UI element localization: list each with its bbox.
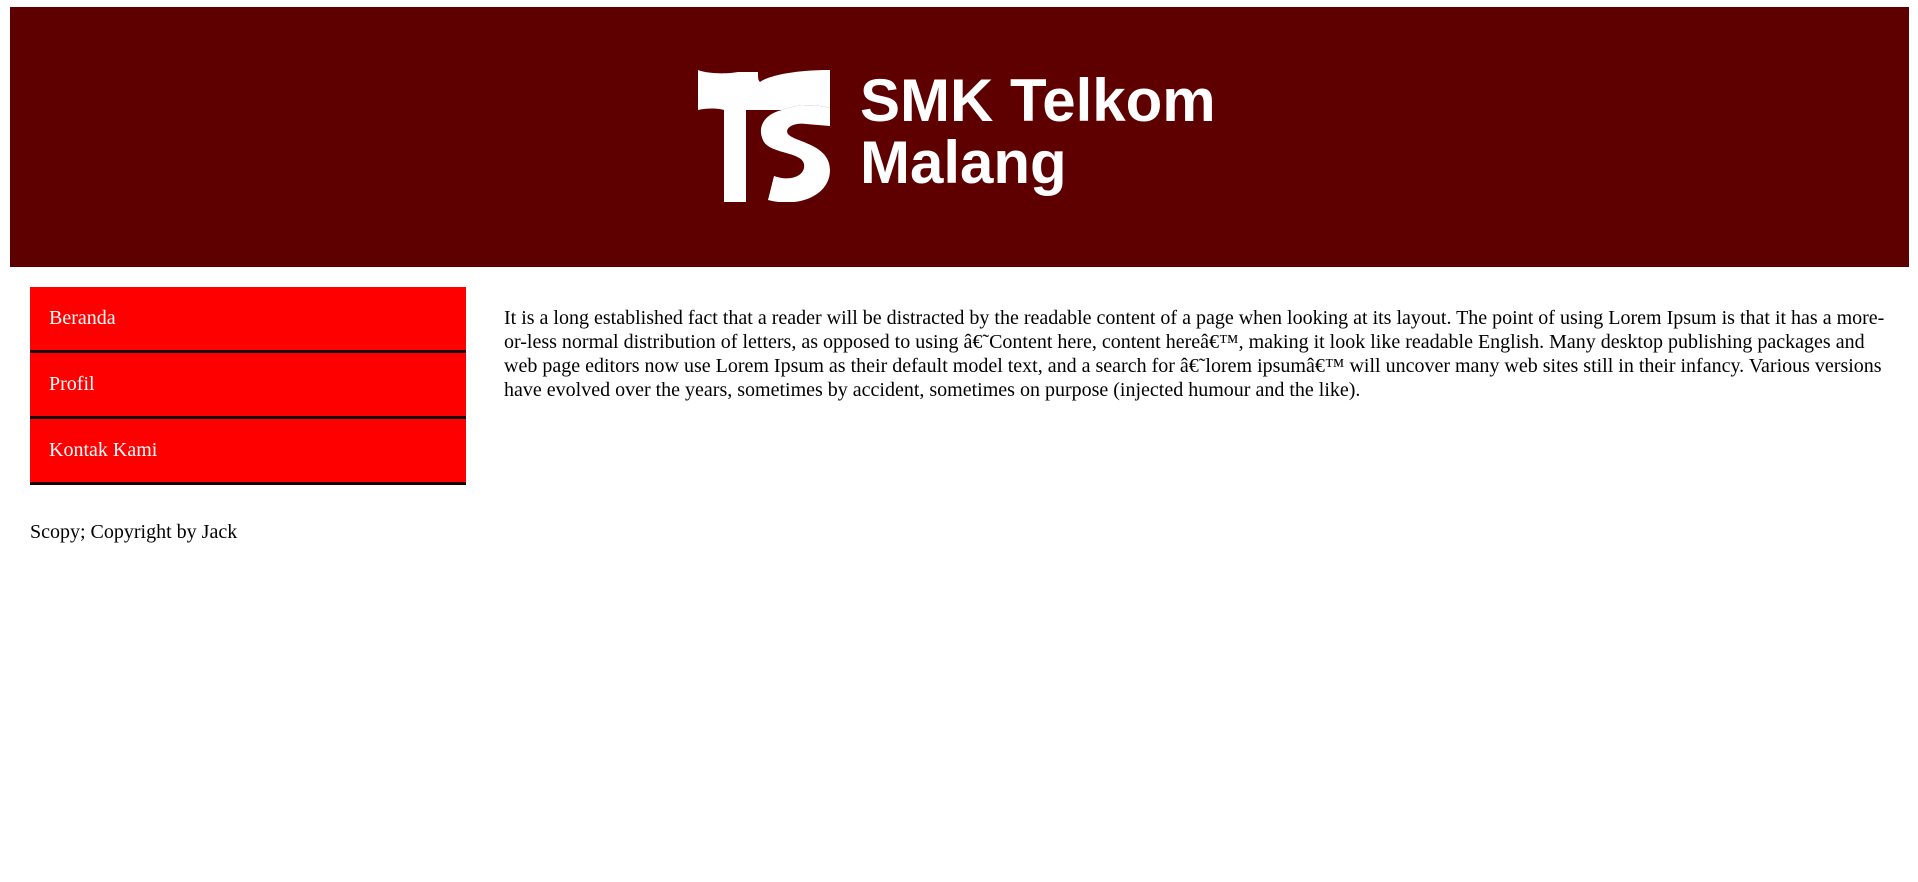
logo-line-2: Malang xyxy=(860,129,1067,196)
footer-copyright: Scopy; Copyright by Jack xyxy=(30,521,238,543)
sidebar-item-profil[interactable]: Profil xyxy=(30,353,466,419)
sidebar-item-kontak-kami[interactable]: Kontak Kami xyxy=(30,419,466,485)
logo-line-1: SMK Telkom xyxy=(860,67,1216,134)
sidebar-nav: Beranda Profil Kontak Kami xyxy=(30,287,466,485)
telkom-logo-icon xyxy=(698,70,830,202)
school-logo: SMK Telkom Malang xyxy=(698,70,1218,214)
site-header: SMK Telkom Malang xyxy=(10,7,1909,267)
main-paragraph: It is a long established fact that a rea… xyxy=(504,307,1885,401)
sidebar-item-beranda[interactable]: Beranda xyxy=(30,287,466,353)
school-name: SMK Telkom Malang xyxy=(860,70,1216,194)
